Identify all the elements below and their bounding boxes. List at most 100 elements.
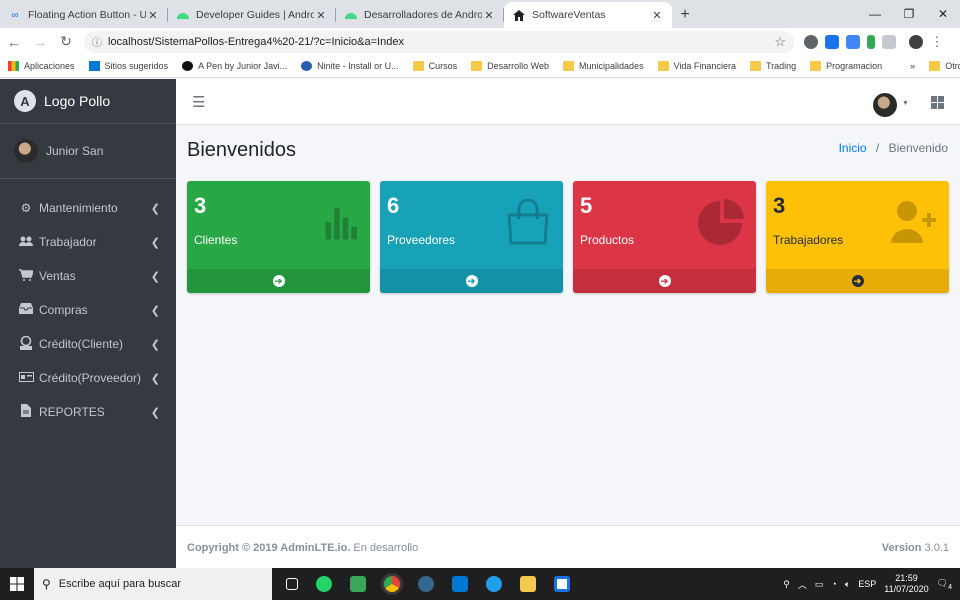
stat-card-more-info-link[interactable]: ➔: [766, 269, 949, 293]
bookmark-star-icon[interactable]: ☆: [774, 34, 786, 50]
sidebar-item-compras[interactable]: Compras ❮: [0, 293, 176, 327]
back-icon[interactable]: ←: [2, 30, 26, 54]
app-blue-icon[interactable]: [554, 576, 570, 592]
sidebar-item-ventas[interactable]: Ventas ❮: [0, 259, 176, 293]
network-icon[interactable]: ◔: [831, 579, 836, 589]
breadcrumb: Inicio / Bienvenido: [839, 141, 948, 155]
notification-count: 4: [948, 583, 952, 591]
restore-icon[interactable]: ❐: [892, 0, 926, 28]
version-label: Version: [881, 542, 922, 554]
bookmark-label: Municipalidades: [579, 61, 644, 71]
other-favorites-folder[interactable]: Otros favoritos: [929, 61, 960, 71]
whatsapp-icon[interactable]: [316, 576, 332, 592]
search-placeholder: Escribe aquí para buscar: [58, 578, 182, 590]
extension-green-icon[interactable]: [867, 34, 875, 49]
chrome-icon[interactable]: [384, 576, 400, 592]
cogs-icon: ⚙: [20, 201, 32, 215]
extension-new-icon[interactable]: [825, 34, 839, 49]
home-icon: [512, 8, 526, 22]
grid-apps-icon[interactable]: [931, 96, 944, 109]
stat-card-more-info-link[interactable]: ➔: [380, 269, 563, 293]
brand-link[interactable]: A Logo Pollo: [0, 79, 176, 124]
browser-tab-active[interactable]: SoftwareVentas ✕: [504, 2, 672, 28]
minimize-icon[interactable]: —: [858, 0, 892, 28]
folder-icon: [657, 61, 669, 71]
people-icon[interactable]: ⚲: [783, 579, 790, 590]
reload-icon[interactable]: ↻: [54, 30, 78, 54]
close-tab-icon[interactable]: ✕: [146, 9, 160, 22]
edge-icon[interactable]: [486, 576, 502, 592]
battery-icon[interactable]: ▭: [815, 579, 824, 590]
stat-card-more-info-link[interactable]: ➔: [187, 269, 370, 293]
user-avatar: [14, 139, 38, 163]
browser-menu-icon[interactable]: ⋮: [930, 34, 944, 49]
top-navbar: ☰ ▼: [176, 79, 960, 125]
bookmarks-overflow-button[interactable]: »: [910, 61, 915, 71]
sidebar-menu: ⚙ Mantenimiento ❮ Trabajador ❮ Ventas ❮ …: [0, 179, 176, 429]
browser-tab[interactable]: ∞ Floating Action Button - Universi ✕: [0, 2, 168, 28]
sidebar-item-credito-cliente[interactable]: Crédito(Cliente) ❮: [0, 327, 176, 361]
language-indicator[interactable]: ESP: [858, 579, 876, 589]
clock-date: 11/07/2020: [884, 584, 929, 594]
close-tab-icon[interactable]: ✕: [314, 9, 328, 22]
bookmark-folder[interactable]: Municipalidades: [563, 61, 644, 71]
bookmark-folder[interactable]: Vida Financiera: [657, 61, 736, 71]
taskbar-search-input[interactable]: ⚲ Escribe aquí para buscar: [34, 568, 272, 600]
sidebar-item-mantenimiento[interactable]: ⚙ Mantenimiento ❮: [0, 191, 176, 225]
stat-label: Trabajadores: [773, 233, 844, 247]
bookmark-item[interactable]: A Pen by Junior Javi...: [182, 61, 287, 71]
postgres-icon[interactable]: [418, 576, 434, 592]
app-green-icon[interactable]: [350, 576, 366, 592]
profile-avatar-icon[interactable]: [909, 34, 923, 49]
bookmark-item[interactable]: Ninite - Install or U...: [301, 61, 399, 71]
overflow-label: »: [910, 61, 916, 71]
coin-icon: [18, 335, 34, 353]
breadcrumb-home-link[interactable]: Inicio: [839, 141, 867, 155]
close-tab-icon[interactable]: ✕: [650, 9, 664, 22]
navbar-user-avatar[interactable]: [873, 93, 897, 117]
hamburger-menu-icon[interactable]: ☰: [192, 93, 205, 111]
store-icon[interactable]: [452, 576, 468, 592]
stat-label: Proveedores: [387, 233, 456, 247]
address-bar-row: ← → ↻ ⓘ localhost/SistemaPollos-Entrega4…: [0, 28, 960, 55]
extension-grey-icon[interactable]: [882, 34, 896, 49]
windows-start-icon[interactable]: [0, 568, 34, 600]
info-icon[interactable]: ⓘ: [92, 34, 102, 49]
bookmark-item[interactable]: Sitios sugeridos: [88, 61, 168, 71]
copyright-text: Copyright © 2019 AdminLTE.io.: [187, 542, 351, 554]
forward-icon[interactable]: →: [28, 30, 52, 54]
infinity-icon: ∞: [11, 9, 19, 21]
bookmark-item[interactable]: Aplicaciones: [8, 61, 75, 71]
chevron-up-icon[interactable]: ︿: [798, 578, 807, 591]
user-panel[interactable]: Junior San: [0, 124, 176, 179]
caret-down-icon[interactable]: ▼: [902, 100, 909, 107]
extension-shield-icon[interactable]: [804, 34, 818, 49]
sidebar-item-credito-proveedor[interactable]: Crédito(Proveedor) ❮: [0, 361, 176, 395]
sidebar-item-label: Compras: [39, 303, 88, 317]
browser-tab[interactable]: Desarrolladores de Android | An ✕: [336, 2, 504, 28]
bookmark-folder[interactable]: Cursos: [412, 61, 457, 71]
sidebar-item-trabajador[interactable]: Trabajador ❮: [0, 225, 176, 259]
volume-icon[interactable]: 🔈︎: [845, 579, 850, 590]
stat-count: 6: [387, 193, 400, 218]
bookmark-folder[interactable]: Desarrollo Web: [471, 61, 549, 71]
sidebar: A Logo Pollo Junior San ⚙ Mantenimiento …: [0, 79, 176, 568]
task-view-icon[interactable]: [286, 578, 298, 590]
bookmark-folder[interactable]: Trading: [749, 61, 796, 71]
url-field[interactable]: ⓘ localhost/SistemaPollos-Entrega4%20-21…: [84, 30, 794, 53]
folder-icon: [563, 61, 575, 71]
new-tab-button[interactable]: +: [672, 2, 698, 28]
sidebar-item-reportes[interactable]: REPORTES ❮: [0, 395, 176, 429]
browser-tab[interactable]: Developer Guides | Android Dev ✕: [168, 2, 336, 28]
bar-chart-icon: [325, 208, 357, 240]
close-tab-icon[interactable]: ✕: [482, 9, 496, 22]
taskbar-clock[interactable]: 21:59 11/07/2020: [884, 573, 928, 595]
close-window-icon[interactable]: ✕: [926, 0, 960, 28]
stat-card-more-info-link[interactable]: ➔: [573, 269, 756, 293]
sidebar-item-label: Crédito(Proveedor): [39, 371, 142, 385]
footer-status: En desarrollo: [353, 542, 419, 554]
bookmark-folder[interactable]: Programacion: [810, 61, 882, 71]
file-explorer-icon[interactable]: [520, 576, 536, 592]
notification-center-icon[interactable]: 🗨︎4: [937, 578, 952, 591]
extension-translate-icon[interactable]: [846, 34, 860, 49]
